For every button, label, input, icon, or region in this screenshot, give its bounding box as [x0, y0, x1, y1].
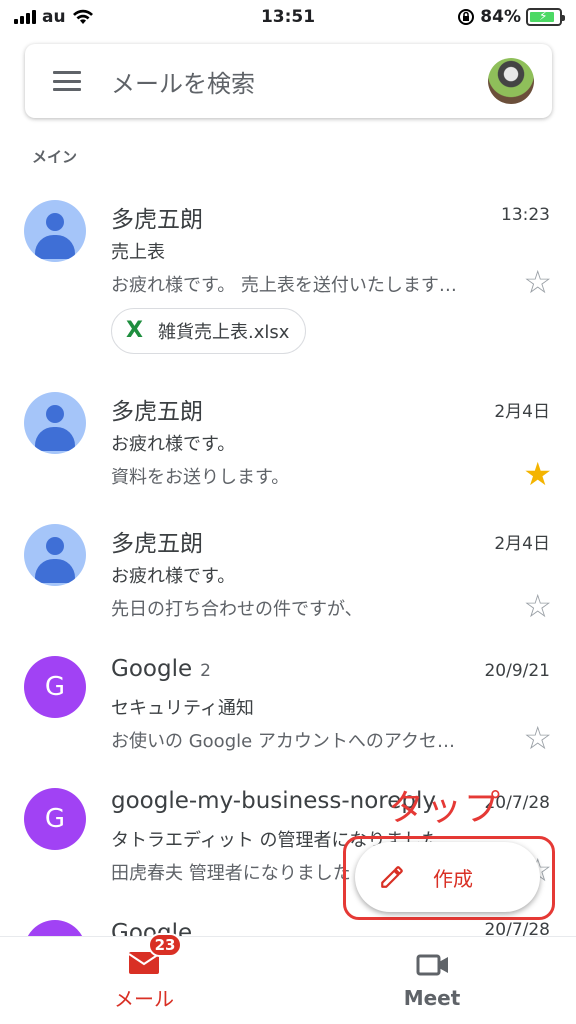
sender-name: 多虎五朗 — [111, 399, 203, 425]
wifi-icon — [72, 9, 93, 24]
sender-avatar-person-icon[interactable] — [24, 392, 86, 454]
battery-icon: ⚡ — [526, 8, 565, 26]
sender-avatar-letter[interactable]: G — [24, 656, 86, 718]
sender-name: Google — [111, 656, 193, 682]
hamburger-menu-icon[interactable] — [53, 71, 81, 91]
star-icon[interactable]: ☆ — [523, 590, 552, 622]
bottom-nav: 23 メール Meet — [0, 933, 576, 1024]
mail-envelope-icon: 23 — [128, 933, 182, 975]
mail-sender: 多虎五朗 — [111, 392, 203, 426]
account-avatar[interactable] — [488, 58, 534, 104]
sender-avatar-person-icon[interactable] — [24, 200, 86, 262]
annotation-tap-label: タップ — [388, 788, 503, 829]
mail-list-item[interactable]: 多虎五朗 2月4日 お疲れ様です。 資料をお送りします。 ★ — [0, 378, 576, 503]
video-camera-icon — [416, 952, 448, 978]
sender-name: Google — [111, 920, 193, 936]
mail-sender: Google — [111, 920, 192, 936]
mail-sender: 多虎五朗 — [111, 524, 203, 558]
mail-sender: Google 2 — [111, 656, 211, 682]
signal-icon — [14, 10, 36, 24]
nav-tab-meet[interactable]: Meet — [288, 937, 576, 1024]
mail-snippet: お疲れ様です。 売上表を送付いたします… — [111, 275, 457, 296]
search-bar[interactable]: メールを検索 — [25, 44, 552, 118]
mail-date: 20/7/28 — [484, 920, 550, 936]
avatar-letter: G — [44, 804, 66, 834]
compose-button[interactable]: 作成 — [355, 842, 540, 912]
nav-label-meet: Meet — [403, 985, 461, 1010]
mail-date: 13:23 — [501, 205, 550, 225]
mail-subject: お疲れ様です。 — [111, 566, 236, 587]
mail-sender: 多虎五朗 — [111, 200, 203, 234]
mail-subject: お疲れ様です。 — [111, 434, 236, 455]
nav-label-mail: メール — [114, 987, 174, 1011]
star-icon[interactable]: ☆ — [523, 722, 552, 754]
charging-bolt-icon: ⚡ — [539, 9, 548, 23]
mail-list-item[interactable]: G Google 2 20/9/21 セキュリティ通知 お使いの Google ア… — [0, 642, 576, 772]
carrier-label: au — [42, 7, 66, 27]
star-filled-icon[interactable]: ★ — [523, 458, 552, 490]
section-label: メイン — [32, 148, 78, 166]
mail-snippet: 先日の打ち合わせの件ですが、 — [111, 599, 363, 620]
mail-list-item[interactable]: 多虎五朗 13:23 売上表 お疲れ様です。 売上表を送付いたします… ☆ X … — [0, 186, 576, 376]
attachment-chip[interactable]: X 雑貨売上表.xlsx — [111, 308, 307, 354]
sender-avatar-person-icon[interactable] — [24, 524, 86, 586]
sender-avatar-letter[interactable]: G — [24, 920, 86, 936]
avatar-letter: G — [44, 672, 66, 702]
status-left: au — [14, 7, 94, 27]
mail-date: 2月4日 — [494, 402, 550, 422]
mail-snippet: 資料をお送りします。 — [111, 467, 290, 488]
mail-date: 2月4日 — [494, 534, 550, 554]
compose-label: 作成 — [433, 866, 473, 891]
mail-subject: セキュリティ通知 — [111, 698, 254, 719]
status-bar: au 13:51 84% ⚡ — [0, 0, 576, 34]
star-icon[interactable]: ☆ — [523, 266, 552, 298]
mail-date: 20/9/21 — [484, 661, 550, 681]
excel-file-icon: X — [126, 318, 143, 343]
thread-count: 2 — [200, 661, 211, 681]
mail-list-item[interactable]: 多虎五朗 2月4日 お疲れ様です。 先日の打ち合わせの件ですが、 ☆ — [0, 510, 576, 640]
mail-snippet: お使いの Google アカウントへのアクセ… — [111, 731, 456, 752]
sender-name: 多虎五朗 — [111, 207, 203, 233]
status-right: 84% ⚡ — [457, 7, 565, 27]
search-input[interactable]: メールを検索 — [111, 64, 488, 99]
pencil-icon — [381, 866, 403, 888]
rotation-lock-icon — [458, 9, 475, 25]
attachment-name: 雑貨売上表.xlsx — [158, 322, 290, 343]
unread-badge: 23 — [148, 933, 182, 957]
nav-tab-mail[interactable]: 23 メール — [0, 933, 288, 1024]
mail-subject: 売上表 — [111, 242, 165, 263]
sender-avatar-letter[interactable]: G — [24, 788, 86, 850]
sender-name: 多虎五朗 — [111, 531, 203, 557]
battery-percent: 84% — [480, 7, 521, 27]
